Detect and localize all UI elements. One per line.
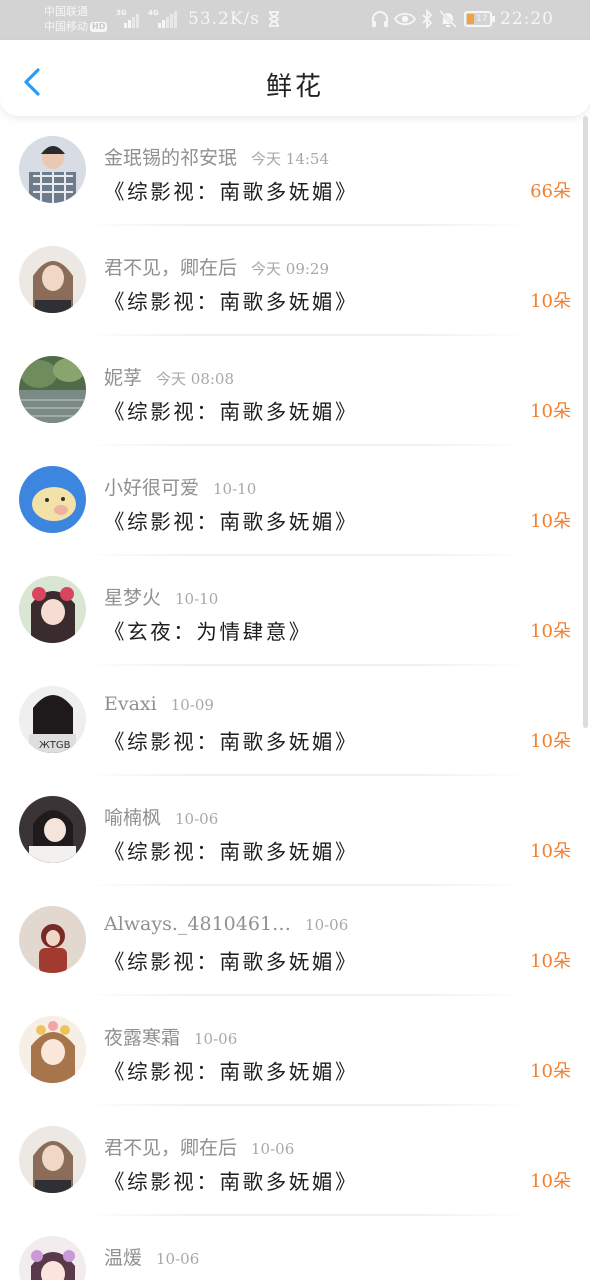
scrollbar[interactable]	[583, 116, 588, 728]
list-item[interactable]: 君不见，卿在后 今天 09:29 《综影视：南歌多妩媚》 10朵	[0, 226, 590, 336]
flower-count: 10朵	[530, 1061, 571, 1082]
flower-gift-list[interactable]: 金珉锡的祁安珉 今天 14:54 《综影视：南歌多妩媚》 66朵 君不见，卿在后今…	[0, 116, 590, 1280]
avatar[interactable]	[19, 906, 86, 973]
item-meta: 小好很可爱 10-10	[104, 473, 256, 500]
list-item[interactable]: 金珉锡的祁安珉 今天 14:54 《综影视：南歌多妩媚》 66朵	[0, 116, 590, 226]
user-name[interactable]: 君不见，卿在后	[104, 1133, 237, 1160]
gift-time: 10-06	[251, 1140, 295, 1158]
battery-level: 17	[476, 14, 488, 24]
svg-text:ЖTGB: ЖTGB	[39, 740, 71, 751]
signal-2-icon: 4G	[148, 9, 178, 28]
item-meta: 金珉锡的祁安珉 今天 14:54	[104, 143, 329, 170]
bluetooth-icon	[422, 9, 433, 29]
list-item[interactable]: Always._4810461… 10-06 《综影视：南歌多妩媚》 10朵	[0, 886, 590, 996]
user-name[interactable]: 星梦火	[104, 583, 161, 610]
user-name[interactable]: 温煖	[104, 1243, 142, 1270]
avatar[interactable]	[19, 356, 86, 423]
list-item[interactable]: 喻楠枫 10-06 《综影视：南歌多妩媚》 10朵	[0, 776, 590, 886]
flower-count: 10朵	[530, 951, 571, 972]
flower-count: 10朵	[530, 621, 571, 642]
avatar[interactable]	[19, 796, 86, 863]
mute-icon	[438, 9, 458, 29]
carrier-labels: 中国联通 中国移动 HD	[44, 4, 108, 34]
gift-time: 10-06	[305, 916, 349, 934]
book-title[interactable]: 《综影视：南歌多妩媚》	[104, 725, 358, 755]
network-speed: 53.2K/s	[188, 9, 261, 29]
avatar[interactable]	[19, 136, 86, 203]
user-name[interactable]: 小好很可爱	[104, 473, 199, 500]
user-name[interactable]: Always._4810461…	[104, 913, 291, 935]
user-name[interactable]: Evaxi	[104, 693, 157, 715]
book-title[interactable]: 《玄夜：为情肆意》	[104, 615, 312, 645]
battery-fill	[467, 14, 474, 24]
gift-time: 10-10	[175, 590, 219, 608]
user-name[interactable]: 夜露寒霜	[104, 1023, 180, 1050]
hd-badge: HD	[90, 22, 108, 32]
book-title[interactable]: 《综影视：南歌多妩媚》	[104, 285, 358, 315]
user-name[interactable]: 君不见，卿在后	[104, 253, 237, 280]
flower-count: 10朵	[530, 401, 571, 422]
avatar[interactable]	[19, 1016, 86, 1083]
avatar[interactable]	[19, 1126, 86, 1193]
item-meta: 星梦火 10-10	[104, 583, 218, 610]
gift-time: 10-06	[156, 1250, 200, 1268]
user-name[interactable]: 妮莩	[104, 363, 142, 390]
gift-time: 10-06	[175, 810, 219, 828]
flower-count: 66朵	[530, 181, 571, 202]
gift-time: 10-06	[194, 1030, 238, 1048]
page-title: 鲜花	[265, 72, 324, 102]
status-time: 22:20	[500, 9, 554, 29]
gift-time: 今天 14:54	[251, 150, 330, 168]
list-item[interactable]: 妮莩 今天 08:08 《综影视：南歌多妩媚》 10朵	[0, 336, 590, 446]
carrier-1-label: 中国联通	[44, 5, 88, 18]
book-title[interactable]: 《综影视：南歌多妩媚》	[104, 835, 358, 865]
user-name[interactable]: 金珉锡的祁安珉	[104, 143, 237, 170]
item-meta: 温煖 10-06	[104, 1243, 199, 1270]
carrier-2-label: 中国移动	[44, 20, 88, 33]
hourglass-icon	[269, 11, 279, 27]
book-title[interactable]: 《综影视：南歌多妩媚》	[104, 1165, 358, 1195]
signal-2-tag: 4G	[148, 9, 159, 17]
signal-1-icon: 3G	[116, 9, 142, 28]
avatar[interactable]	[19, 576, 86, 643]
avatar[interactable]: ЖTGB	[19, 686, 86, 753]
avatar[interactable]	[19, 246, 86, 313]
book-title[interactable]: 《综影视：南歌多妩媚》	[104, 395, 358, 425]
nav-bar: 鲜花	[0, 40, 590, 116]
list-item[interactable]: 夜露寒霜 10-06 《综影视：南歌多妩媚》 10朵	[0, 996, 590, 1106]
book-title[interactable]: 《综影视：南歌多妩媚》	[104, 175, 358, 205]
signal-1-tag: 3G	[116, 9, 127, 17]
item-meta: 喻楠枫 10-06	[104, 803, 218, 830]
gift-time: 10-09	[170, 696, 214, 714]
item-meta: 夜露寒霜 10-06	[104, 1023, 237, 1050]
flower-count: 10朵	[530, 291, 571, 312]
list-item[interactable]: 星梦火 10-10 《玄夜：为情肆意》 10朵	[0, 556, 590, 666]
item-meta: Always._4810461… 10-06	[104, 913, 348, 935]
eye-icon	[394, 12, 416, 26]
battery-icon: 17	[464, 11, 495, 27]
item-meta: Evaxi 10-09	[104, 693, 214, 715]
avatar[interactable]	[19, 466, 86, 533]
avatar[interactable]	[19, 1236, 86, 1280]
flower-count: 10朵	[530, 511, 571, 532]
item-meta: 妮莩 今天 08:08	[104, 363, 234, 390]
list-item[interactable]: 君不见，卿在后 10-06 《综影视：南歌多妩媚》 10朵	[0, 1106, 590, 1216]
flower-count: 10朵	[530, 1171, 571, 1192]
status-bar: 中国联通 中国移动 HD 3G 4G 53.2K/s 17 22:20	[0, 0, 590, 40]
gift-time: 今天 09:29	[251, 260, 330, 278]
user-name[interactable]: 喻楠枫	[104, 803, 161, 830]
list-item[interactable]: ЖTGB Evaxi 10-09 《综影视：南歌多妩媚》 10朵	[0, 666, 590, 776]
book-title[interactable]: 《综影视：南歌多妩媚》	[104, 505, 358, 535]
headphones-icon	[372, 11, 388, 27]
gift-time: 10-10	[213, 480, 257, 498]
item-meta: 君不见，卿在后 10-06	[104, 1133, 294, 1160]
flower-count: 10朵	[530, 731, 571, 752]
book-title[interactable]: 《综影视：南歌多妩媚》	[104, 945, 358, 975]
list-item[interactable]: 小好很可爱 10-10 《综影视：南歌多妩媚》 10朵	[0, 446, 590, 556]
flower-count: 10朵	[530, 841, 571, 862]
gift-time: 今天 08:08	[156, 370, 235, 388]
list-item[interactable]: 温煖 10-06	[0, 1216, 590, 1280]
item-meta: 君不见，卿在后 今天 09:29	[104, 253, 329, 280]
book-title[interactable]: 《综影视：南歌多妩媚》	[104, 1055, 358, 1085]
